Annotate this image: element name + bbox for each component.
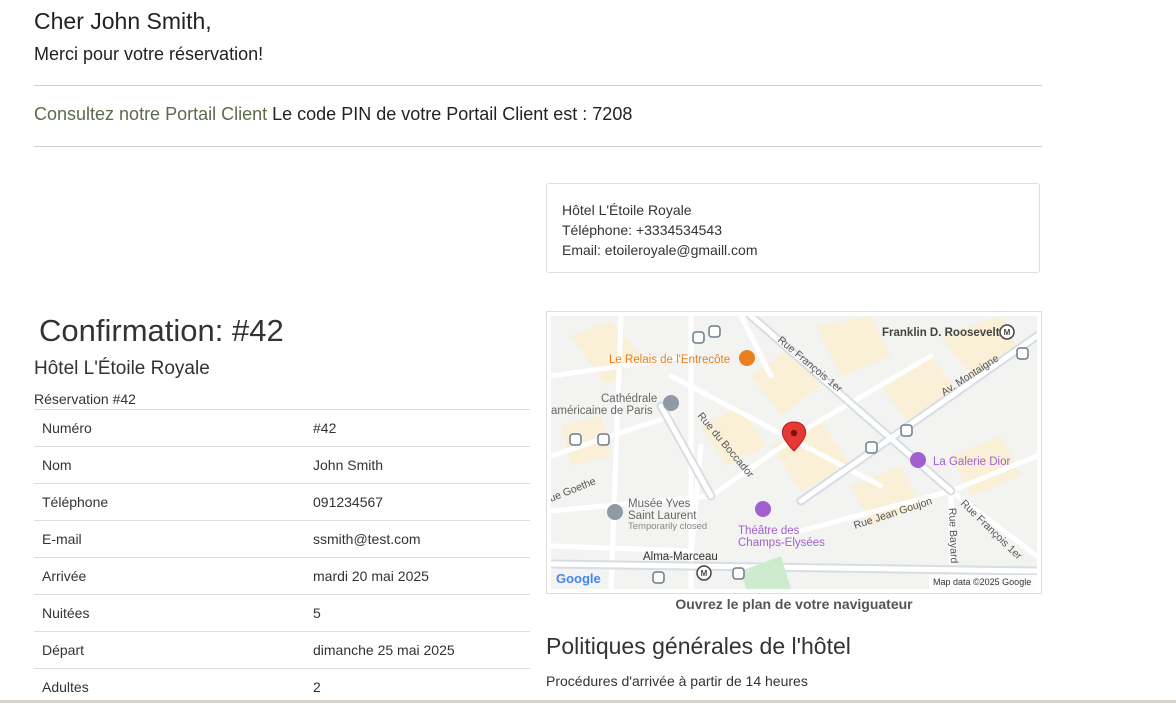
row-key: Téléphone [34, 484, 305, 521]
table-row: Départ dimanche 25 mai 2025 [34, 632, 530, 669]
table-row: E-mail ssmith@test.com [34, 521, 530, 558]
map-label-bayard: Rue Bayard [946, 508, 960, 564]
portal-line: Consultez notre Portail Client Le code P… [34, 104, 632, 125]
hotel-phone: Téléphone: +3334534543 [562, 220, 1024, 240]
row-value: John Smith [305, 447, 530, 484]
row-value: ssmith@test.com [305, 521, 530, 558]
table-row: Nom John Smith [34, 447, 530, 484]
map-label-theatre-2: Champs-Elysées [738, 537, 825, 549]
row-key: Nuitées [34, 595, 305, 632]
confirmation-hotel-name: Hôtel L'Étoile Royale [34, 358, 210, 380]
map-label-musee-1: Musée Yves [628, 498, 691, 510]
restaurant-icon[interactable] [739, 350, 755, 366]
map-label-theatre-1: Théâtre des [738, 525, 800, 537]
table-row: Nuitées 5 [34, 595, 530, 632]
hotel-name: Hôtel L'Étoile Royale [562, 200, 1024, 220]
table-row: Numéro #42 [34, 410, 530, 447]
reservation-table: Numéro #42 Nom John Smith Téléphone 0912… [34, 409, 530, 705]
policies-title: Politiques générales de l'hôtel [546, 633, 851, 660]
museum-icon[interactable] [607, 504, 623, 520]
divider [34, 146, 1042, 147]
church-icon[interactable] [663, 395, 679, 411]
map-label-roosevelt: Franklin D. Roosevelt [882, 327, 1000, 339]
svg-text:M: M [701, 569, 708, 578]
svg-text:M: M [1004, 328, 1011, 337]
map-label-cathedrale-2: américaine de Paris [551, 405, 653, 417]
row-key: E-mail [34, 521, 305, 558]
row-key: Numéro [34, 410, 305, 447]
table-row: Téléphone 091234567 [34, 484, 530, 521]
theatre-icon[interactable] [755, 501, 771, 517]
map-label-galerie: La Galerie Dior [933, 456, 1011, 468]
hotel-email: Email: etoileroyale@gmaill.com [562, 240, 1024, 260]
map-label-cathedrale-1: Cathédrale [601, 393, 657, 405]
reservation-caption: Réservation #42 [34, 391, 136, 407]
confirmation-title: Confirmation: #42 [39, 313, 284, 349]
table-row: Arrivée mardi 20 mai 2025 [34, 558, 530, 595]
row-value: dimanche 25 mai 2025 [305, 632, 530, 669]
divider [34, 85, 1042, 86]
thanks-text: Merci pour votre réservation! [34, 44, 263, 65]
hotel-map[interactable]: M M Franklin D. Roosevelt Le Relais de l… [546, 311, 1042, 594]
portal-pin-text: Le code PIN de votre Portail Client est … [272, 104, 632, 124]
row-key: Départ [34, 632, 305, 669]
row-value: #42 [305, 410, 530, 447]
hotel-contact-card: Hôtel L'Étoile Royale Téléphone: +333453… [546, 183, 1040, 273]
shop-icon[interactable] [910, 452, 926, 468]
row-value: mardi 20 mai 2025 [305, 558, 530, 595]
map-label-alma: Alma-Marceau [643, 551, 718, 563]
row-value: 091234567 [305, 484, 530, 521]
row-key: Nom [34, 447, 305, 484]
row-value: 5 [305, 595, 530, 632]
map-label-musee-3: Temporarily closed [628, 521, 707, 532]
customer-portal-link[interactable]: Consultez notre Portail Client [34, 104, 267, 124]
row-key: Arrivée [34, 558, 305, 595]
checkin-policy: Procédures d'arrivée à partir de 14 heur… [546, 673, 808, 689]
map-label-relais: Le Relais de l'Entrecôte [609, 354, 730, 366]
map-attribution: Map data ©2025 Google [933, 577, 1031, 587]
map-canvas[interactable]: M M Franklin D. Roosevelt Le Relais de l… [551, 316, 1037, 589]
open-map-link[interactable]: Ouvrez le plan de votre naviguateur [546, 596, 1042, 612]
google-logo: Google [556, 571, 601, 586]
greeting-heading: Cher John Smith, [34, 8, 212, 35]
